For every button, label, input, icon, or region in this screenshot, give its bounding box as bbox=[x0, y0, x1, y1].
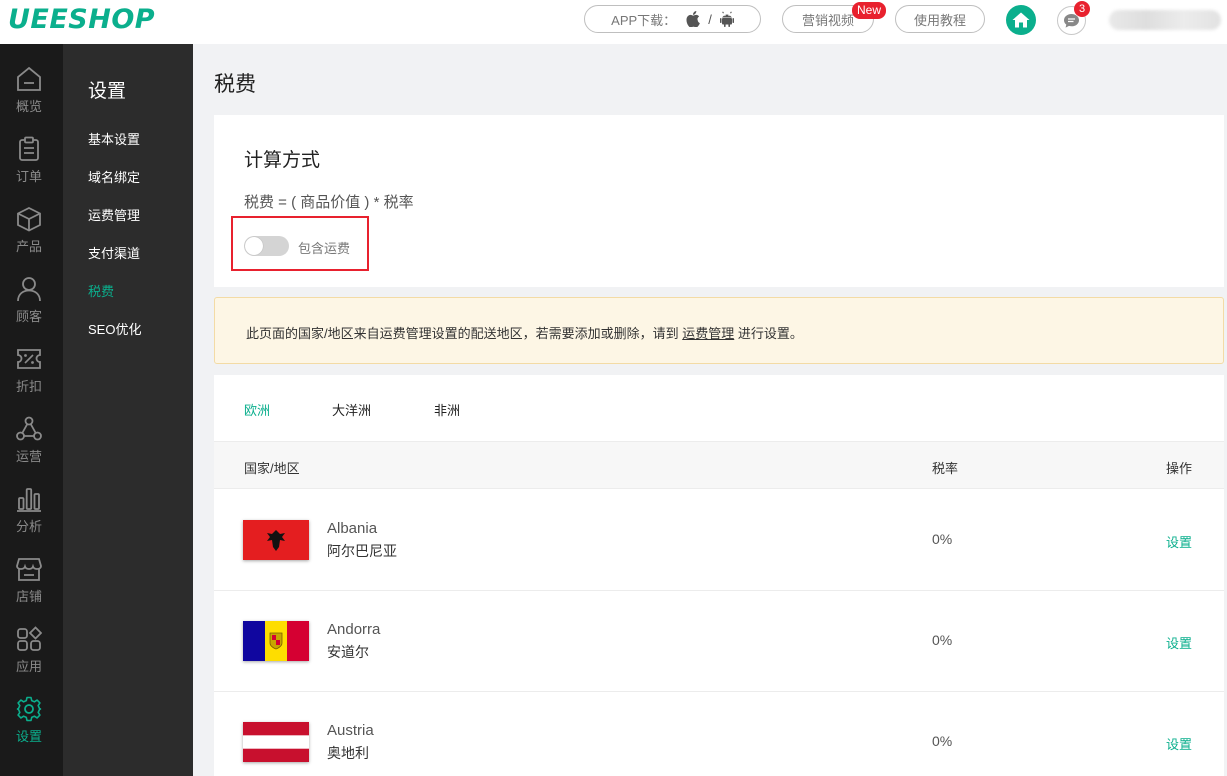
calculation-heading: 计算方式 bbox=[244, 150, 321, 171]
submenu-item-basic-settings[interactable]: 基本设置 bbox=[88, 129, 140, 148]
country-name-cn: 阿尔巴尼亚 bbox=[327, 543, 397, 559]
submenu-item-payment[interactable]: 支付渠道 bbox=[88, 243, 140, 262]
info-notice: 此页面的国家/地区来自运费管理设置的配送地区，若需要添加或删除，请到 运费管理 … bbox=[214, 297, 1224, 364]
tax-rate: 0% bbox=[932, 531, 953, 547]
table-header: 国家/地区 税率 操作 bbox=[214, 441, 1224, 489]
country-name: Albania bbox=[327, 520, 378, 537]
rail-item-customers[interactable]: 顾客 bbox=[0, 276, 63, 342]
user-icon bbox=[17, 277, 41, 302]
rail-item-discounts[interactable]: 折扣 bbox=[0, 346, 63, 412]
app-download-button[interactable]: APP下载： / bbox=[584, 5, 761, 33]
country-name-cn: 奥地利 bbox=[327, 745, 369, 761]
rail-label-store: 店铺 bbox=[15, 589, 42, 604]
store-icon bbox=[16, 558, 42, 581]
android-icon[interactable] bbox=[719, 11, 734, 27]
tab-europe[interactable]: 欧洲 bbox=[244, 400, 270, 419]
column-country: 国家/地区 bbox=[244, 461, 300, 476]
tax-table-card: 欧洲 大洋洲 非洲 国家/地区 税率 操作 Albania 阿尔巴尼亚 0% 设… bbox=[214, 375, 1224, 776]
country-name-cn: 安道尔 bbox=[327, 644, 369, 660]
notice-text: 此页面的国家/地区来自运费管理设置的配送地区，若需要添加或删除，请到 运费管理 … bbox=[246, 323, 803, 342]
submenu-item-seo[interactable]: SEO优化 bbox=[88, 319, 141, 338]
home-outline-icon bbox=[17, 66, 41, 91]
rail-label-analytics: 分析 bbox=[15, 519, 42, 534]
albania-flag bbox=[243, 520, 309, 560]
settings-submenu: 设置 基本设置 域名绑定 运费管理 支付渠道 税费 SEO优化 bbox=[63, 44, 193, 776]
set-button[interactable]: 设置 bbox=[1166, 532, 1192, 551]
column-action: 操作 bbox=[1166, 461, 1193, 476]
tax-rate: 0% bbox=[932, 733, 953, 749]
rail-label-settings: 设置 bbox=[15, 729, 42, 744]
submenu-item-tax[interactable]: 税费 bbox=[88, 281, 114, 300]
country-name: Andorra bbox=[327, 621, 381, 638]
table-row: Austria 奥地利 0% 设置 bbox=[214, 692, 1224, 776]
gear-icon bbox=[16, 696, 42, 722]
apple-icon[interactable] bbox=[686, 11, 700, 27]
top-bar: UEESHOP APP下载： / 营销视频 New 使用教程 3 bbox=[0, 0, 1227, 44]
tutorial-button[interactable]: 使用教程 bbox=[895, 5, 985, 33]
rail-label-operations: 运营 bbox=[15, 449, 42, 464]
column-rate: 税率 bbox=[932, 461, 959, 476]
notice-text-after: 进行设置。 bbox=[734, 326, 803, 341]
new-badge: New bbox=[852, 2, 887, 19]
toggle-knob bbox=[245, 237, 263, 255]
rail-item-operations[interactable]: 运营 bbox=[0, 416, 63, 482]
rail-item-store[interactable]: 店铺 bbox=[0, 556, 63, 622]
bar-chart-icon bbox=[17, 488, 41, 512]
include-shipping-toggle[interactable] bbox=[244, 236, 289, 256]
box-icon bbox=[17, 206, 41, 232]
rail-label-discounts: 折扣 bbox=[15, 379, 42, 394]
include-shipping-label: 包含运费 bbox=[298, 241, 351, 256]
page-title: 税费 bbox=[214, 73, 256, 96]
rail-item-orders[interactable]: 订单 bbox=[0, 136, 63, 202]
shipping-management-link[interactable]: 运费管理 bbox=[682, 326, 734, 341]
table-row: Albania 阿尔巴尼亚 0% 设置 bbox=[214, 490, 1224, 591]
country-name: Austria bbox=[327, 722, 374, 739]
app-download-label: APP下载： bbox=[611, 12, 677, 28]
tax-formula: 税费 = ( 商品价值 ) * 税率 bbox=[244, 194, 414, 211]
rail-item-settings[interactable]: 设置 bbox=[0, 696, 63, 762]
set-button[interactable]: 设置 bbox=[1166, 734, 1192, 753]
main-nav-rail: 概览 订单 产品 顾客 折扣 运营 分析 店铺 应用 设置 bbox=[0, 44, 63, 776]
notice-text-before: 此页面的国家/地区来自运费管理设置的配送地区，若需要添加或删除，请到 bbox=[246, 326, 683, 341]
clipboard-icon bbox=[19, 136, 39, 161]
rail-item-products[interactable]: 产品 bbox=[0, 206, 63, 272]
app-separator: / bbox=[708, 11, 712, 27]
set-button[interactable]: 设置 bbox=[1166, 633, 1192, 652]
discount-icon bbox=[17, 349, 41, 369]
submenu-item-domain-binding[interactable]: 域名绑定 bbox=[88, 167, 140, 186]
user-account-menu[interactable] bbox=[1109, 10, 1221, 30]
tax-rate: 0% bbox=[932, 632, 953, 648]
apps-icon bbox=[17, 626, 42, 651]
submenu-title: 设置 bbox=[88, 81, 127, 102]
tab-africa[interactable]: 非洲 bbox=[434, 400, 460, 419]
ueeshop-logo[interactable]: UEESHOP bbox=[8, 4, 155, 35]
austria-flag bbox=[243, 722, 309, 762]
home-icon bbox=[1012, 12, 1030, 28]
rail-label-overview: 概览 bbox=[15, 99, 42, 114]
rail-item-overview[interactable]: 概览 bbox=[0, 66, 63, 132]
network-icon bbox=[16, 416, 42, 441]
submenu-item-shipping[interactable]: 运费管理 bbox=[88, 205, 140, 224]
rail-label-customers: 顾客 bbox=[15, 309, 42, 324]
rail-label-orders: 订单 bbox=[15, 169, 42, 184]
rail-item-analytics[interactable]: 分析 bbox=[0, 486, 63, 552]
rail-label-products: 产品 bbox=[15, 239, 42, 254]
home-button[interactable] bbox=[1006, 5, 1036, 35]
rail-item-apps[interactable]: 应用 bbox=[0, 626, 63, 692]
rail-label-apps: 应用 bbox=[15, 659, 42, 674]
table-row: Andorra 安道尔 0% 设置 bbox=[214, 591, 1224, 692]
andorra-flag bbox=[243, 621, 309, 661]
tab-oceania[interactable]: 大洋洲 bbox=[332, 400, 371, 419]
calculation-card: 计算方式 税费 = ( 商品价值 ) * 税率 包含运费 bbox=[214, 115, 1224, 287]
message-count-badge: 3 bbox=[1074, 1, 1090, 17]
